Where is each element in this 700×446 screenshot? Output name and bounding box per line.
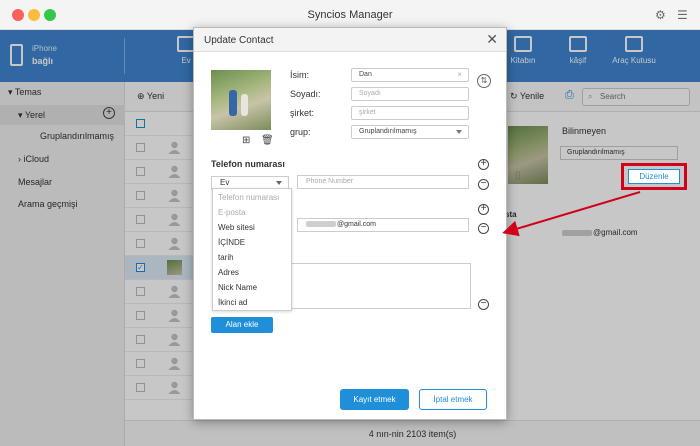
remove-phone-icon[interactable]: −: [478, 179, 489, 190]
dropdown-option[interactable]: tarih: [218, 253, 234, 262]
company-label: şirket:: [290, 108, 315, 118]
dropdown-option[interactable]: Nick Name: [218, 283, 257, 292]
add-phone-icon[interactable]: +: [478, 159, 489, 170]
trash-icon[interactable]: 🗑: [261, 135, 274, 146]
update-contact-dialog: Update Contact ✕ ⊞ 🗑 İsim: Dan × ⇅ Soyad…: [193, 27, 507, 420]
settings-gear-icon[interactable]: ⚙: [655, 8, 666, 22]
save-button[interactable]: Kayıt etmek: [340, 389, 409, 410]
close-icon[interactable]: ✕: [486, 31, 498, 48]
dialog-header: Update Contact ✕: [194, 28, 506, 52]
phone-section-title: Telefon numarası: [211, 159, 285, 169]
note-field[interactable]: [290, 263, 471, 309]
first-name-label: İsim:: [290, 70, 309, 80]
dialog-title: Update Contact: [204, 35, 274, 46]
menu-icon[interactable]: ☰: [677, 8, 688, 22]
add-field-button[interactable]: Alan ekle: [211, 317, 273, 333]
app-title: Syncios Manager: [307, 9, 393, 21]
add-email-icon[interactable]: +: [478, 204, 489, 215]
first-name-field[interactable]: Dan ×: [351, 68, 469, 82]
dropdown-option[interactable]: Adres: [218, 268, 239, 277]
dropdown-option: E-posta: [218, 208, 246, 217]
chevron-down-icon: [456, 130, 462, 134]
contact-photo: [211, 70, 271, 130]
annotation-highlight-box: [621, 163, 687, 190]
first-name-value: Dan: [359, 71, 372, 78]
dropdown-option[interactable]: Web sitesi: [218, 223, 255, 232]
sync-icon[interactable]: ⇅: [477, 74, 491, 88]
remove-field-icon[interactable]: −: [478, 299, 489, 310]
company-field[interactable]: şirket: [351, 106, 469, 120]
chevron-down-icon: [276, 181, 282, 185]
photo-figure: [241, 94, 248, 116]
cancel-button[interactable]: İptal etmek: [419, 389, 487, 410]
blurred-text: [306, 221, 336, 228]
phone-number-field[interactable]: Phone Number: [297, 175, 469, 189]
photo-figure: [229, 90, 237, 116]
dropdown-option[interactable]: İkinci ad: [218, 298, 247, 307]
dropdown-option: Telefon numarası: [218, 193, 280, 202]
group-select[interactable]: Gruplandırılmamış: [351, 125, 469, 139]
phone-type-value: Ev: [220, 178, 230, 187]
group-label: grup:: [290, 127, 311, 137]
group-value: Gruplandırılmamış: [359, 128, 417, 135]
email-value-suffix: @gmail.com: [337, 221, 377, 228]
remove-email-icon[interactable]: −: [478, 223, 489, 234]
last-name-label: Soyadı:: [290, 89, 321, 99]
add-photo-icon[interactable]: ⊞: [242, 135, 250, 146]
clear-icon[interactable]: ×: [457, 70, 462, 79]
dropdown-option[interactable]: İÇİNDE: [218, 238, 245, 247]
field-type-dropdown: Telefon numarası E-posta Web sitesi İÇİN…: [212, 188, 292, 311]
title-bar: Syncios Manager ⚙ ☰: [0, 0, 700, 30]
email-field[interactable]: @gmail.com: [297, 218, 469, 232]
last-name-field[interactable]: Soyadı: [351, 87, 469, 101]
